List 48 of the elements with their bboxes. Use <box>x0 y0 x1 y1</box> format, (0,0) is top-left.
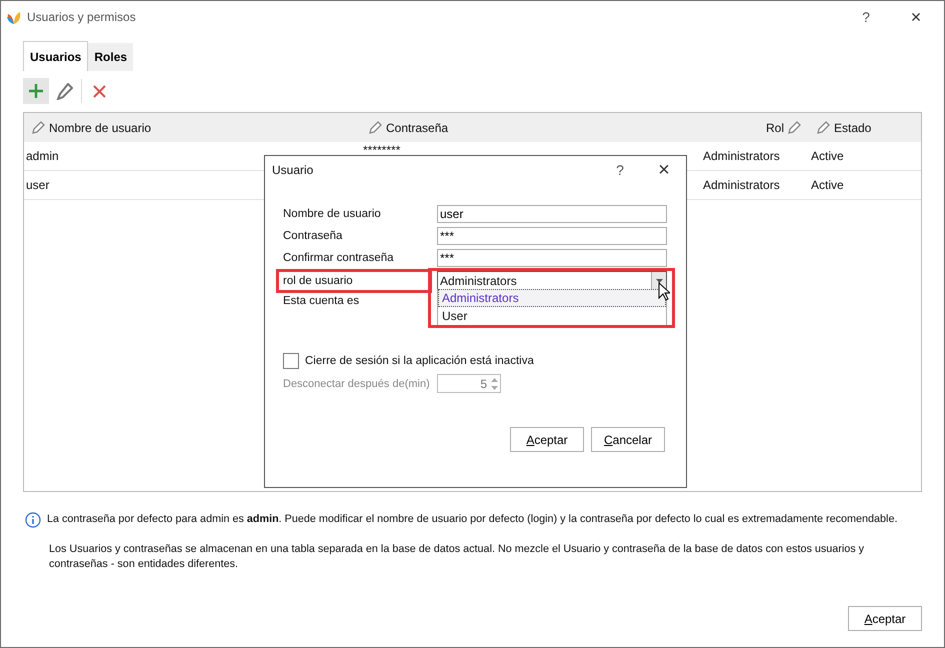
dropdown-value: Administrators <box>440 274 517 288</box>
window-title: Usuarios y permisos <box>27 10 137 24</box>
tab[interactable]: Roles <box>88 43 134 71</box>
table-cell-text: Active <box>810 178 845 192</box>
app-logo-icon <box>7 9 21 25</box>
accept-button[interactable]: Aceptar <box>848 606 922 631</box>
column-header[interactable]: Rol <box>766 120 784 134</box>
input-field[interactable]: *** <box>437 227 667 245</box>
info-icon <box>25 512 41 528</box>
checkbox-label: Cierre de sesión si la aplicación está inactiva <box>305 355 534 367</box>
dialog-title: Usuario <box>272 163 314 177</box>
pencil-icon <box>817 121 830 134</box>
help-button[interactable]: ? <box>598 155 642 185</box>
column-header[interactable]: Contraseña <box>386 120 448 134</box>
table-cell-text: Administrators <box>702 178 781 192</box>
close-icon <box>92 84 106 98</box>
tab[interactable]: Usuarios <box>23 41 88 71</box>
field-label: Contraseña <box>283 230 344 242</box>
pencil-icon <box>788 121 801 134</box>
column-header[interactable]: Estado <box>834 120 872 134</box>
table-cell-text: Active <box>810 149 845 163</box>
input-field[interactable]: user <box>437 205 667 223</box>
info-note: Los Usuarios y contraseñas se almacenan en una tabla separada en la base de datos actual. No mezcle el Usuario y contraseña de la base de datos con estos usuarios y contraseñas - son entidades diferentes. <box>49 542 866 572</box>
table-cell-text: admin <box>25 149 60 163</box>
field-label: rol de usuario <box>283 275 354 287</box>
checkbox[interactable] <box>283 353 299 369</box>
field-label: Confirmar contraseña <box>283 252 395 264</box>
table-cell-text: Administrators <box>702 149 781 163</box>
field-label: Desconectar después de(min) <box>283 378 431 390</box>
close-button[interactable]: × <box>894 2 938 32</box>
pencil-icon <box>32 121 45 134</box>
plus-icon <box>28 83 44 99</box>
help-button[interactable]: ? <box>844 2 888 32</box>
add-button[interactable] <box>23 78 49 104</box>
pencil-icon <box>369 121 382 134</box>
field-label: Esta cuenta es <box>283 295 360 307</box>
spinner-arrows-icon <box>491 376 498 390</box>
table-cell-text: ******** <box>362 145 402 156</box>
pencil-icon <box>56 82 72 100</box>
table-cell-text: user <box>25 178 50 192</box>
dropdown-option[interactable]: Administrators <box>438 289 666 307</box>
input-field[interactable]: *** <box>437 249 667 267</box>
column-header[interactable]: Nombre de usuario <box>49 120 152 134</box>
accept-button[interactable]: Aceptar <box>510 427 584 452</box>
field-label: Nombre de usuario <box>283 208 382 220</box>
info-note: La contraseña por defecto para admin es admin. Puede modificar el nombre de usuario por defecto (login) y la contraseña por defecto lo cual es extremadamente recomendable. <box>47 512 898 527</box>
close-button[interactable]: × <box>642 155 686 185</box>
cancel-button[interactable]: Cancelar <box>591 427 665 452</box>
